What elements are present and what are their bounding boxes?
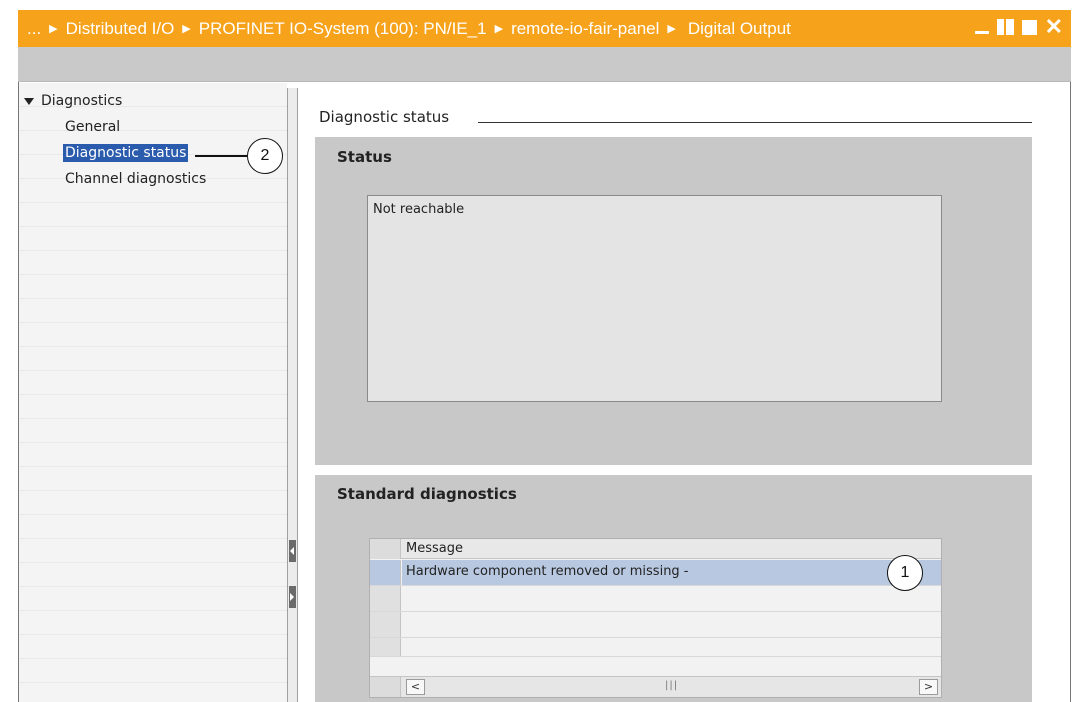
table-cell-message xyxy=(402,612,941,637)
tile-icon[interactable] xyxy=(996,19,1014,35)
chevron-right-icon: ▶ xyxy=(182,23,191,35)
section-divider xyxy=(478,122,1032,123)
breadcrumb-distributed-io[interactable]: Distributed I/O xyxy=(66,19,175,39)
status-group: Status Not reachable xyxy=(315,137,1032,465)
scroll-right-icon[interactable]: > xyxy=(919,679,938,695)
table-row[interactable] xyxy=(370,586,941,612)
table-header: Message xyxy=(370,539,941,559)
panel-splitter[interactable] xyxy=(287,88,298,702)
close-icon[interactable]: ✕ xyxy=(1045,16,1063,38)
navigation-tree: Diagnostics General Diagnostic status Ch… xyxy=(19,83,287,702)
callout-1: 1 xyxy=(887,555,923,591)
column-header-message[interactable]: Message xyxy=(406,541,463,556)
frame-border-right xyxy=(1070,82,1071,702)
scrollbar-grip-icon[interactable]: ||| xyxy=(665,680,678,691)
standard-diagnostics-group: Standard diagnostics Message Hardware co… xyxy=(315,475,1032,702)
row-header xyxy=(370,612,401,637)
table-cell-message xyxy=(402,586,941,611)
table-cell-message: Hardware component removed or missing - xyxy=(402,560,941,585)
collapse-left-button[interactable] xyxy=(289,540,296,562)
maximize-icon[interactable] xyxy=(1021,19,1037,35)
status-value: Not reachable xyxy=(373,202,465,217)
minimize-icon[interactable] xyxy=(974,30,989,34)
breadcrumb-device[interactable]: remote-io-fair-panel xyxy=(511,19,659,39)
horizontal-scrollbar[interactable]: < ||| > xyxy=(370,676,941,697)
table-row[interactable] xyxy=(370,638,941,657)
status-group-title: Status xyxy=(337,148,392,166)
tree-item-diagnostic-status[interactable]: Diagnostic status xyxy=(63,144,189,162)
scrollbar-corner xyxy=(370,677,401,697)
collapse-right-button[interactable] xyxy=(289,586,296,608)
breadcrumb-ellipsis-label: ... xyxy=(27,18,42,38)
row-header xyxy=(370,638,401,656)
tree-item-channel-diagnostics[interactable]: Channel diagnostics xyxy=(63,170,208,188)
scroll-left-icon[interactable]: < xyxy=(406,679,425,695)
tree-item-general[interactable]: General xyxy=(63,118,122,136)
tree-node-diagnostics[interactable]: Diagnostics xyxy=(24,93,122,109)
diagnostics-table: Message Hardware component removed or mi… xyxy=(369,538,942,698)
callout-2-leader xyxy=(195,155,247,157)
main-content: Diagnostic status Status Not reachable S… xyxy=(298,83,1070,702)
tree-node-diagnostics-label: Diagnostics xyxy=(41,93,123,109)
breadcrumb-module[interactable]: Digital Output xyxy=(688,19,791,39)
status-value-box: Not reachable xyxy=(367,195,942,402)
expand-triangle-icon[interactable] xyxy=(24,97,34,105)
callout-2: 2 xyxy=(247,138,283,174)
breadcrumb-profinet-system[interactable]: PROFINET IO-System (100): PN/IE_1 xyxy=(199,19,487,39)
table-row[interactable]: Hardware component removed or missing - xyxy=(370,560,941,586)
window-controls: ✕ xyxy=(974,16,1063,38)
table-row[interactable] xyxy=(370,612,941,638)
row-header xyxy=(370,586,401,611)
chevron-right-icon: ▶ xyxy=(667,23,676,35)
toolbar xyxy=(18,47,1071,82)
chevron-right-icon: ▶ xyxy=(49,23,58,35)
breadcrumb-ellipsis[interactable]: ... xyxy=(27,19,41,39)
chevron-right-icon: ▶ xyxy=(494,23,504,35)
standard-diagnostics-title: Standard diagnostics xyxy=(337,485,517,503)
window-titlebar: ... ▶ Distributed I/O ▶ PROFINET IO-Syst… xyxy=(18,10,1071,47)
scroll-right-icon xyxy=(290,593,294,601)
table-corner xyxy=(370,539,401,559)
table-cell-message xyxy=(402,638,941,656)
scroll-left-icon xyxy=(290,547,294,555)
row-header xyxy=(370,560,401,585)
section-title: Diagnostic status xyxy=(319,108,450,126)
